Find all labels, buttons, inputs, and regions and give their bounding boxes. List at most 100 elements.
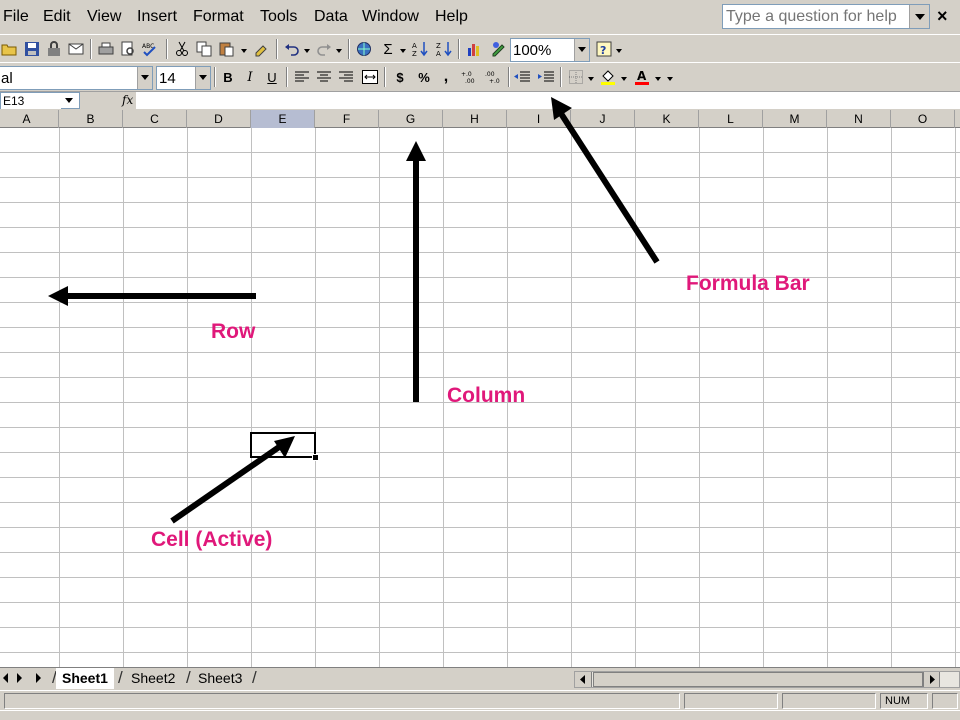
column-header-h[interactable]: H [443,110,507,128]
font-name-combo[interactable] [0,66,153,90]
column-header-l[interactable]: L [699,110,763,128]
align-center-icon[interactable] [314,67,334,87]
column-header-k[interactable]: K [635,110,699,128]
drawing-icon[interactable] [488,39,508,59]
sheet-tab-3[interactable]: Sheet3 [192,668,248,689]
increase-indent-icon[interactable] [536,67,556,87]
redo-dropdown-arrow[interactable] [336,49,342,53]
last-sheet-nav-icon[interactable] [36,673,41,683]
toolbar-options-arrow[interactable] [616,49,622,53]
first-sheet-nav-icon[interactable] [3,673,8,683]
scroll-left-button[interactable] [575,672,592,687]
underline-button[interactable]: U [262,67,282,87]
copy-icon[interactable] [194,39,214,59]
column-header-n[interactable]: N [827,110,891,128]
fill-color-dropdown-arrow[interactable] [621,77,627,81]
chart-wizard-icon[interactable] [464,39,484,59]
font-size-input[interactable] [157,67,193,89]
fill-color-icon[interactable] [598,67,618,87]
align-right-icon[interactable] [336,67,356,87]
font-color-icon[interactable]: A [632,67,652,87]
open-icon[interactable] [0,39,20,59]
paste-dropdown-arrow[interactable] [241,49,247,53]
sort-ascending-icon[interactable]: AZ [410,39,430,59]
paste-icon[interactable] [216,39,236,59]
zoom-combo[interactable] [510,38,590,62]
comma-button[interactable]: , [436,67,456,87]
zoom-input[interactable] [511,39,573,61]
scrollbar-thumb[interactable] [593,672,923,687]
horizontal-scrollbar[interactable] [574,671,960,688]
menu-format[interactable]: Format [193,7,244,27]
italic-button[interactable]: I [240,67,260,87]
currency-button[interactable]: $ [390,67,410,87]
permission-icon[interactable] [44,39,64,59]
hyperlink-icon[interactable] [354,39,374,59]
font-name-input[interactable] [0,67,135,89]
column-header-d[interactable]: D [187,110,251,128]
menu-window[interactable]: Window [362,7,419,27]
sheet-tab-1[interactable]: Sheet1 [56,668,114,689]
help-search-box[interactable] [722,4,930,29]
decrease-indent-icon[interactable] [512,67,532,87]
column-header-i[interactable]: I [507,110,571,128]
column-header-e[interactable]: E [251,110,315,128]
undo-icon[interactable] [282,39,302,59]
undo-dropdown-arrow[interactable] [304,49,310,53]
autosum-dropdown-arrow[interactable] [400,49,406,53]
name-box[interactable] [0,92,80,109]
print-preview-icon[interactable] [118,39,138,59]
toolbar-separator [384,67,386,87]
bold-button[interactable]: B [218,67,238,87]
menu-data[interactable]: Data [314,7,348,27]
borders-icon[interactable] [566,67,586,87]
spelling-icon[interactable]: ABC [140,39,160,59]
scroll-right-button[interactable] [923,672,940,687]
font-size-dropdown-arrow[interactable] [195,67,210,89]
insert-function-icon[interactable]: fx [122,93,133,107]
cut-icon[interactable] [172,39,192,59]
help-dropdown-arrow[interactable] [909,5,929,28]
menu-view[interactable]: View [87,7,121,27]
save-icon[interactable] [22,39,42,59]
column-header-a[interactable]: A [0,110,59,128]
font-size-combo[interactable] [156,66,211,90]
column-header-c[interactable]: C [123,110,187,128]
column-header-f[interactable]: F [315,110,379,128]
menu-insert[interactable]: Insert [137,7,177,27]
decrease-decimal-icon[interactable]: .00 +.0 [484,67,504,87]
column-header-m[interactable]: M [763,110,827,128]
format-painter-icon[interactable] [252,39,272,59]
align-left-icon[interactable] [292,67,312,87]
merge-center-icon[interactable] [360,67,380,87]
close-window-icon[interactable]: × [937,6,948,27]
help-search-input[interactable] [723,5,909,28]
increase-decimal-icon[interactable]: +.0.00 [460,67,480,87]
name-box-input[interactable] [1,93,61,109]
toolbar-separator [508,67,510,87]
column-header-b[interactable]: B [59,110,123,128]
percent-button[interactable]: % [414,67,434,87]
column-header-o[interactable]: O [891,110,955,128]
autosum-icon[interactable]: Σ [378,39,398,59]
menu-file[interactable]: File [3,7,29,27]
help-icon[interactable]: ? [594,39,614,59]
redo-icon[interactable] [314,39,334,59]
sheet-tab-2[interactable]: Sheet2 [125,668,181,689]
active-cell[interactable] [250,432,319,461]
email-icon[interactable] [66,39,86,59]
menu-help[interactable]: Help [435,7,468,27]
toolbar-options-arrow[interactable] [667,77,673,81]
menu-edit[interactable]: Edit [43,7,71,27]
column-header-j[interactable]: J [571,110,635,128]
borders-dropdown-arrow[interactable] [588,77,594,81]
menu-tools[interactable]: Tools [260,7,297,27]
font-name-dropdown-arrow[interactable] [137,67,152,89]
font-color-dropdown-arrow[interactable] [655,77,661,81]
column-header-g[interactable]: G [379,110,443,128]
formula-input[interactable] [136,92,960,109]
sort-descending-icon[interactable]: ZA [434,39,454,59]
print-icon[interactable] [96,39,116,59]
next-sheet-nav-icon[interactable] [17,673,22,683]
zoom-dropdown-arrow[interactable] [574,39,589,61]
